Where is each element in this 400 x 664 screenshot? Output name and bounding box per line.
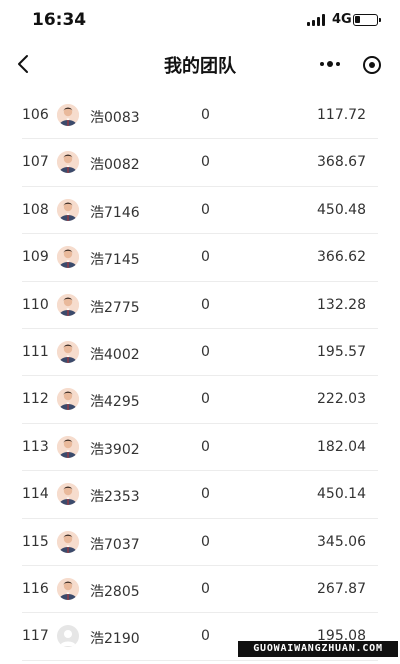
member-rank: 106 — [22, 107, 49, 123]
member-amount: 450.14 — [317, 486, 366, 503]
member-count: 0 — [201, 580, 210, 597]
member-amount: 267.87 — [317, 580, 366, 597]
member-name: 浩0082 — [90, 157, 140, 174]
member-amount: 222.03 — [317, 391, 366, 408]
member-amount: 366.62 — [317, 249, 366, 266]
member-rank: 111 — [22, 343, 49, 360]
member-count: 0 — [201, 486, 210, 503]
target-close-icon — [363, 56, 381, 74]
member-rank: 113 — [22, 438, 49, 455]
list-item[interactable]: 116 浩2805 0 267.87 — [0, 566, 400, 614]
member-rank: 114 — [22, 486, 49, 503]
list-item[interactable]: 106 浩0083 0 117.72 — [0, 92, 400, 140]
avatar — [57, 198, 79, 221]
nav-bar: 我的团队 — [0, 42, 400, 86]
member-amount: 132.28 — [317, 296, 366, 313]
list-item[interactable]: 109 浩7145 0 366.62 — [0, 234, 400, 282]
member-name: 浩2775 — [90, 299, 140, 316]
list-item[interactable]: 108 浩7146 0 450.48 — [0, 187, 400, 235]
more-button[interactable] — [318, 54, 342, 74]
avatar — [57, 577, 79, 600]
list-item[interactable]: 107 浩0082 0 368.67 — [0, 139, 400, 188]
member-rank: 107 — [22, 154, 49, 171]
member-name: 浩7037 — [90, 536, 140, 553]
member-count: 0 — [201, 296, 210, 313]
member-count: 0 — [201, 438, 210, 455]
member-name: 浩7146 — [90, 204, 140, 221]
member-rank: 117 — [22, 628, 49, 645]
member-count: 0 — [201, 343, 210, 360]
member-name: 浩4295 — [90, 394, 140, 411]
member-count: 0 — [201, 154, 210, 171]
member-name: 浩4002 — [90, 346, 140, 363]
member-amount: 345.06 — [317, 533, 366, 550]
member-amount: 182.04 — [317, 438, 366, 455]
list-item[interactable]: 114 浩2353 0 450.14 — [0, 471, 400, 519]
member-rank: 108 — [22, 201, 49, 218]
member-name: 浩7145 — [90, 252, 140, 269]
member-count: 0 — [201, 391, 210, 408]
avatar — [57, 483, 79, 506]
list-item[interactable]: 112 浩4295 0 222.03 — [0, 376, 400, 425]
member-amount: 368.67 — [317, 154, 366, 171]
member-rank: 109 — [22, 249, 49, 266]
member-count: 0 — [201, 533, 210, 550]
avatar — [57, 530, 79, 553]
avatar — [57, 625, 79, 648]
team-list: 106 浩0083 0 117.72 107 浩0082 0 368.67 108 浩7146 0 4… — [0, 92, 400, 662]
avatar — [57, 388, 79, 411]
watermark: GUOWAIWANGZHUAN.COM — [238, 641, 398, 657]
avatar — [57, 151, 79, 174]
member-amount: 195.57 — [317, 343, 366, 360]
member-name: 浩2805 — [90, 583, 140, 600]
member-count: 0 — [201, 628, 210, 645]
avatar — [57, 293, 79, 316]
close-mini-program-button[interactable] — [360, 53, 384, 77]
member-rank: 115 — [22, 533, 49, 550]
member-amount: 450.48 — [317, 201, 366, 218]
member-count: 0 — [201, 201, 210, 218]
member-name: 浩2353 — [90, 489, 140, 506]
avatar — [57, 340, 79, 363]
list-item[interactable]: 113 浩3902 0 182.04 — [0, 424, 400, 472]
status-time: 16:34 — [32, 10, 87, 30]
member-name: 浩3902 — [90, 441, 140, 458]
status-bar: 16:34 4G — [0, 0, 400, 42]
list-item[interactable]: 115 浩7037 0 345.06 — [0, 519, 400, 567]
member-amount: 117.72 — [317, 107, 366, 123]
member-count: 0 — [201, 249, 210, 266]
avatar — [57, 246, 79, 269]
list-item[interactable]: 110 浩2775 0 132.28 — [0, 282, 400, 330]
member-name: 浩2190 — [90, 631, 140, 648]
more-dots-icon — [320, 61, 340, 67]
member-rank: 110 — [22, 296, 49, 313]
network-type: 4G — [332, 12, 352, 27]
member-rank: 112 — [22, 391, 49, 408]
avatar — [57, 104, 79, 126]
member-name: 浩0083 — [90, 110, 140, 126]
list-item[interactable]: 111 浩4002 0 195.57 — [0, 329, 400, 377]
member-count: 0 — [201, 107, 210, 123]
battery-icon — [353, 14, 381, 26]
member-rank: 116 — [22, 580, 49, 597]
signal-icon — [307, 14, 327, 26]
avatar — [57, 435, 79, 458]
